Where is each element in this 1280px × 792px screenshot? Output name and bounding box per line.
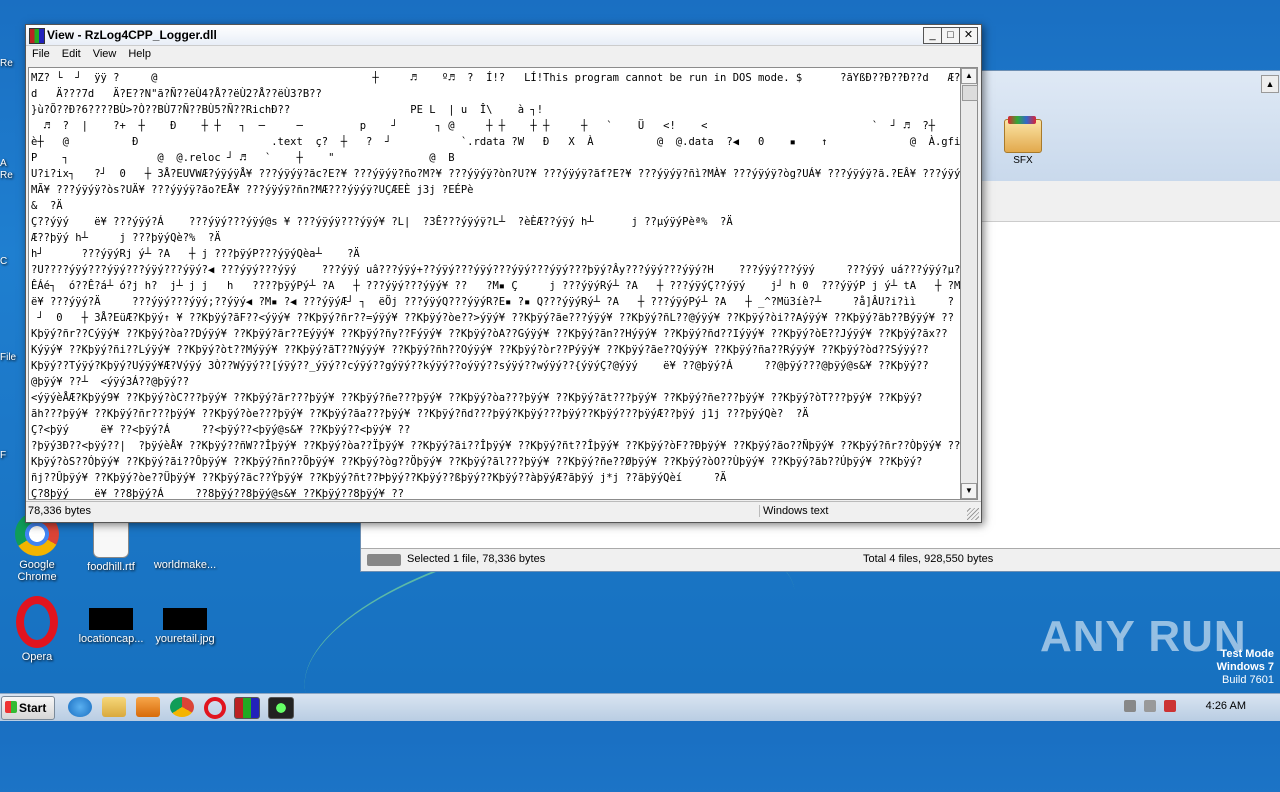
app-taskbar-icon[interactable] <box>268 697 294 719</box>
opera-icon <box>16 596 58 648</box>
taskbar: Start 4:26 AM <box>0 693 1280 721</box>
content-line: Ç??ýÿý ë¥ ???ýÿý?Á ???ýÿý???ýÿý@s ¥ ???ý… <box>31 216 733 228</box>
winrar-taskbar-icon[interactable] <box>234 697 260 719</box>
scroll-down-arrow-icon[interactable]: ▼ <box>961 483 977 499</box>
opera-taskbar-icon[interactable] <box>204 697 226 719</box>
content-line: ñj??Ûþÿý¥ ??Kþÿý?òe??Üþÿý¥ ??Kþÿý?ãc??Ýþ… <box>31 472 727 484</box>
status-file-size: 78,336 bytes <box>28 505 91 517</box>
content-line: ┘ 0 ┼ 3Å?EüÆ?Kþÿý↑ ¥ ??Kþÿý?ãF??<ýÿý¥ ??… <box>31 312 954 324</box>
content-line: d Ä???7d Ä?E??N"ã?Ñ??ëÙ4?Å??ëÙ2?Å??ëÙ3?B… <box>31 88 322 100</box>
desktop-icon-label: youretail.jpg <box>155 633 215 645</box>
windows-version-line: Windows 7 <box>1216 661 1274 673</box>
menubar: File Edit View Help <box>26 46 981 64</box>
close-button[interactable]: ✕ <box>959 27 978 44</box>
test-mode-notice: Test Mode Windows 7 Build 7601 <box>1217 648 1274 687</box>
desktop-icon-label: Google Chrome <box>17 559 57 583</box>
build-line: Build 7601 <box>1222 674 1274 686</box>
content-line: }ù?Õ??Ð?6????BÙ>?Ò??BÙ7?Ñ??BÙ5?Ñ??RichÐ?… <box>31 104 544 116</box>
content-line: Æ??þÿý h┴ j ???þÿýQè?% ?Ä <box>31 232 221 244</box>
vertical-scrollbar[interactable]: ▲ ▼ <box>960 67 978 500</box>
content-line: Kþÿý??Týÿý?Kþÿý?Uýÿý¥Æ?Výÿý 3Ò??Wýÿý??[ý… <box>31 360 929 372</box>
status-selected: Selected 1 file, 78,336 bytes <box>407 553 546 565</box>
desktop-icon-label: foodhill.rtf <box>87 561 135 573</box>
scroll-up-arrow-icon[interactable]: ▲ <box>961 68 977 84</box>
media-player-icon[interactable] <box>136 697 160 717</box>
drive-icon <box>367 554 401 566</box>
desktop-icon-label-clipped: File <box>0 352 17 363</box>
menu-help[interactable]: Help <box>122 46 157 60</box>
viewer-statusbar: 78,336 bytes Windows text <box>26 501 981 522</box>
desktop-icon-label: Opera <box>21 651 53 663</box>
flag-icon[interactable] <box>1164 700 1176 712</box>
content-line: Kþÿý?ñr??Cýÿý¥ ??Kþÿý?òa??Dýÿý¥ ??Kþÿý?ã… <box>31 328 948 340</box>
desktop-icon-label-clipped: Re <box>0 170 13 181</box>
image-thumbnail-icon <box>163 608 207 630</box>
content-line: P ┐ @ @.reloc ┘ ♬ ` ┼ " @ B <box>31 152 455 164</box>
desktop-icon-label: worldmake... <box>153 559 217 571</box>
content-line: h┘ ???ýÿýRj ý┴ ?A ┼ j ???þÿýP???ýÿýQèa┴ … <box>31 248 360 260</box>
desktop-icon-label-clipped: A <box>0 158 7 169</box>
network-icon[interactable] <box>1144 700 1156 712</box>
ie-icon[interactable] <box>68 697 92 717</box>
menu-edit[interactable]: Edit <box>56 46 87 60</box>
viewer-window: View - RzLog4CPP_Logger.dll _ □ ✕ File Ed… <box>25 24 982 523</box>
file-content-text[interactable]: MZ? └ ┘ ÿÿ ? @ ┼ ♬ º♬ ? Í!? LÍ!This prog… <box>28 67 962 500</box>
file-content-lines: MZ? └ ┘ ÿÿ ? @ ┼ ♬ º♬ ? Í!? LÍ!This prog… <box>29 68 962 500</box>
scroll-up-icon[interactable]: ▲ <box>1261 75 1279 93</box>
sfx-icon <box>1004 116 1042 153</box>
content-line: ÊÁé┐ ó??Ê?á┴ ó?j h? j┴ j j h ????þÿýPý┴ … <box>31 280 962 292</box>
system-tray: 4:26 AM <box>1120 694 1280 721</box>
titlebar[interactable]: View - RzLog4CPP_Logger.dll _ □ ✕ <box>26 25 981 46</box>
content-line: ?þÿý3Ð??<þÿý??| ?þÿýèÅ¥ ??Kþÿý??ñW??Îþÿý… <box>31 440 961 452</box>
desktop-icon-youretail[interactable]: youretail.jpg <box>148 608 222 645</box>
content-line: Ç?8þÿý ë¥ ??8þÿý?Á ??8þÿý??8þÿý@s&¥ ??Kþ… <box>31 488 404 500</box>
content-line: è┼ @ Ð .text ç? ┼ ? ┘ `.rdata ?W Ð X À @… <box>31 136 962 148</box>
content-line: & ?Ä <box>31 200 63 212</box>
content-line: U?i?ix┐ ?┘ 0 ┼ 3Å?EUVWÆ?ýÿýÿÅ¥ ???ýÿýÿ?ã… <box>31 168 962 180</box>
desktop-icon-label-clipped: Re <box>0 58 13 69</box>
menu-view[interactable]: View <box>87 46 123 60</box>
speaker-icon[interactable] <box>1124 700 1136 712</box>
minimize-button[interactable]: _ <box>923 27 942 44</box>
content-line: <ýÿýèÅÆ?Kþÿý9¥ ??Kþÿý?òC???þÿý¥ ??Kþÿý?ã… <box>31 392 923 404</box>
sfx-button[interactable]: SFX <box>1001 116 1045 166</box>
explorer-icon[interactable] <box>102 697 126 717</box>
status-encoding: Windows text <box>759 505 828 517</box>
content-line: @þÿý¥ ??┴ <ýÿý3Á??@þÿý?? <box>31 376 190 388</box>
archive-statusbar: Selected 1 file, 78,336 bytes Total 4 fi… <box>361 548 1280 571</box>
content-line: Kýÿý¥ ??Kþÿý?ñi??Lýÿý¥ ??Kþÿý?òt??Mýÿý¥ … <box>31 344 929 356</box>
content-line: MÃ¥ ???ýÿýÿ?òs?UÄ¥ ???ýÿýÿ?ão?EÅ¥ ???ýÿý… <box>31 184 474 196</box>
image-thumbnail-icon <box>89 608 133 630</box>
winrar-app-icon[interactable] <box>29 28 45 44</box>
status-total: Total 4 files, 928,550 bytes <box>863 553 994 565</box>
content-line: Kþÿý?òS??Óþÿý¥ ??Kþÿý?ãi??Ôþÿý¥ ??Kþÿý?ñ… <box>31 456 923 468</box>
scroll-thumb[interactable] <box>962 85 978 101</box>
menu-file[interactable]: File <box>26 46 56 60</box>
content-line: ë¥ ???ýÿý?Ä ???ýÿý???ýÿý;??ýÿý◀ ?M▪ ?◀ ?… <box>31 296 954 308</box>
resize-grip-icon[interactable] <box>967 508 979 520</box>
content-line: MZ? └ ┘ ÿÿ ? @ ┼ ♬ º♬ ? Í!? LÍ!This prog… <box>31 72 962 84</box>
window-title: View - RzLog4CPP_Logger.dll <box>47 28 217 42</box>
chrome-taskbar-icon[interactable] <box>170 697 194 717</box>
desktop-icon-label-clipped: C <box>0 256 8 267</box>
desktop-icon-label-clipped: F <box>0 450 7 461</box>
desktop-icon-label: locationcap... <box>78 633 144 645</box>
sfx-label: SFX <box>1013 155 1033 166</box>
start-button[interactable]: Start <box>1 696 55 720</box>
test-mode-line: Test Mode <box>1220 648 1274 660</box>
maximize-button[interactable]: □ <box>941 27 960 44</box>
content-line: Ç?<þÿý ë¥ ??<þÿý?Á ??<þÿý??<þÿý@s&¥ ??Kþ… <box>31 424 411 436</box>
clock[interactable]: 4:26 AM <box>1206 700 1246 712</box>
desktop-icon-opera[interactable]: Opera <box>0 596 74 663</box>
content-line: ãh???þÿý¥ ??Kþÿý?ñr???þÿý¥ ??Kþÿý?òe???þ… <box>31 408 809 420</box>
content-line: ?U????ýÿý???ýÿý???ýÿý???ýÿý?◀ ???ýÿý???ý… <box>31 264 962 276</box>
content-line: ♬ ? | ?+ ┼ Ð ┼ ┼ ┐ ─ ─ p ┘ ┐ @ ┼ ┼ ┼ ┼ ┼… <box>31 120 962 132</box>
desktop-icon-locationcap[interactable]: locationcap... <box>74 608 148 645</box>
